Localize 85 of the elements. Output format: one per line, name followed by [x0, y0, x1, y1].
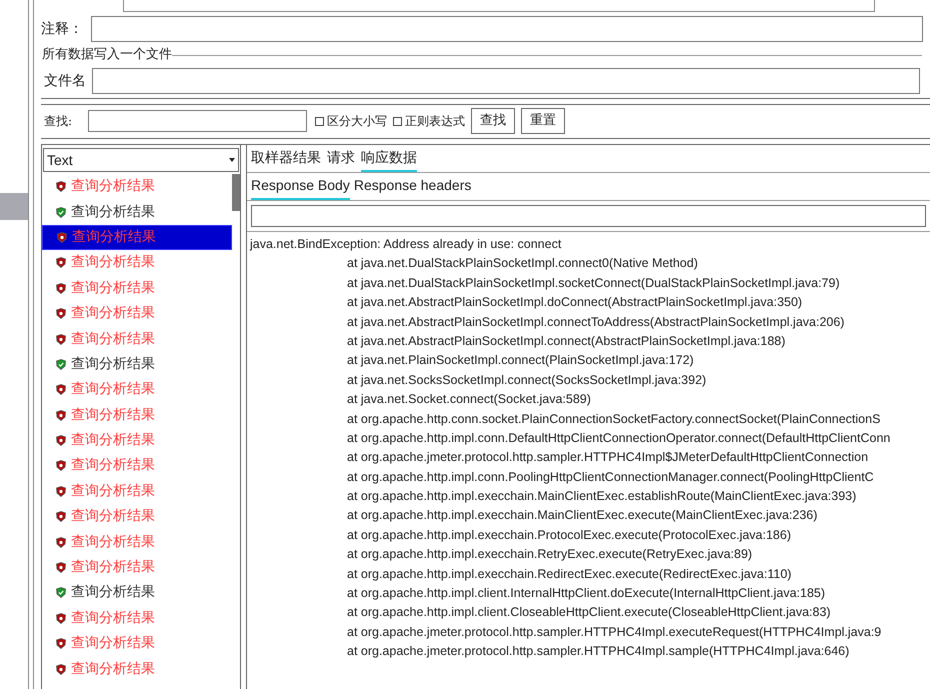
result-item[interactable]: 查询分析结果: [42, 606, 232, 632]
search-field[interactable]: [88, 110, 307, 132]
renderer-dropdown[interactable]: Text: [43, 148, 239, 172]
stack-trace-line: at org.apache.jmeter.protocol.http.sampler.HTTPHC4Impl.executeRequest(HTTPHC4Impl.java:9: [346, 624, 882, 641]
shield-cross-icon: [56, 384, 66, 396]
result-item[interactable]: 查询分析结果: [42, 554, 232, 580]
stack-trace-line: at org.apache.jmeter.protocol.http.sampler.HTTPHC4Impl$JMeterDefaultHttpClientConnection: [346, 449, 870, 466]
stack-trace-line: at java.net.AbstractPlainSocketImpl.connect(AbstractPlainSocketImpl.java:188): [346, 332, 786, 350]
stack-trace-line: at org.apache.http.impl.conn.PoolingHttpClientConnectionManager.connect(PoolingHttpClientC: [346, 468, 875, 486]
stack-trace-line: at org.apache.http.conn.socket.PlainConnectionSocketFactory.connectSocket(PlainConnectionS: [346, 410, 882, 428]
shield-cross-icon: [56, 257, 66, 268]
result-item[interactable]: 查询分析结果: [42, 631, 232, 656]
shield-cross-icon: [56, 308, 66, 320]
reset-button[interactable]: 重置: [521, 108, 565, 134]
search-label: 查找:: [44, 113, 74, 130]
result-item[interactable]: 查询分析结果: [42, 504, 232, 530]
shield-check-icon: [56, 358, 66, 370]
shield-cross-icon: [56, 536, 66, 548]
stack-trace-line: at java.net.SocksSocketImpl.connect(SocksSocketImpl.java:392): [346, 372, 708, 389]
stack-trace-line: at org.apache.http.impl.conn.DefaultHttpClientConnectionOperator.connect(DefaultHttpClientConn: [346, 430, 892, 447]
stack-trace-line: at org.apache.http.impl.execchain.RedirectExec.execute(RedirectExec.java:110): [346, 566, 792, 583]
filename-label: 文件名: [44, 72, 87, 90]
shield-cross-icon: [56, 410, 66, 421]
shield-cross-icon: [56, 638, 66, 650]
stack-trace-line: at org.apache.http.impl.execchain.MainClientExec.establishRoute(MainClientExec.java:393): [346, 488, 858, 506]
shield-cross-icon: [57, 232, 67, 243]
result-item[interactable]: 查询分析结果: [42, 224, 232, 250]
tab[interactable]: 取样器结果: [251, 147, 321, 172]
result-item[interactable]: 查询分析结果: [42, 352, 232, 378]
result-item[interactable]: 查询分析结果: [42, 250, 232, 276]
stack-trace-line: at org.apache.http.impl.client.InternalHttpClient.doExecute(InternalHttpClient.java:185): [346, 585, 826, 602]
exception-message: java.net.BindException: Address already in use: connect: [250, 236, 562, 253]
stack-trace-line: at org.apache.http.impl.execchain.ProtocolExec.execute(ProtocolExec.java:186): [346, 526, 792, 544]
result-item[interactable]: 查询分析结果: [42, 377, 232, 403]
result-item[interactable]: 查询分析结果: [42, 529, 232, 555]
stack-trace-line: at java.net.DualStackPlainSocketImpl.connect0(Native Method): [346, 255, 699, 272]
result-item[interactable]: 查询分析结果: [42, 276, 232, 301]
splitter-bar[interactable]: [41, 98, 930, 105]
filename-field[interactable]: [92, 68, 920, 94]
scrollbar-thumb[interactable]: [232, 174, 240, 211]
dropdown-arrow-icon: [229, 158, 235, 162]
result-item[interactable]: 查询分析结果: [42, 580, 232, 606]
case-sensitive-checkbox[interactable]: 区分大小写: [315, 112, 387, 130]
shield-cross-icon: [56, 486, 66, 497]
comment-field[interactable]: [91, 16, 923, 42]
find-button[interactable]: 查找: [471, 108, 515, 134]
regex-checkbox[interactable]: 正则表达式: [393, 112, 465, 130]
stack-trace-line: at java.net.PlainSocketImpl.connect(PlainSocketImpl.java:172): [346, 352, 695, 370]
fieldset-title: 所有数据写入一个文件: [42, 46, 172, 64]
comment-label: 注释：: [41, 20, 84, 38]
tab[interactable]: Response headers: [354, 175, 472, 200]
shield-cross-icon: [56, 460, 66, 472]
result-item[interactable]: 查询分析结果: [42, 300, 232, 326]
stack-trace-line: at org.apache.jmeter.protocol.http.sampler.HTTPHC4Impl.sample(HTTPHC4Impl.java:646): [346, 643, 850, 660]
name-field[interactable]: [123, 0, 875, 12]
result-item[interactable]: 查询分析结果: [42, 453, 232, 479]
shield-cross-icon: [56, 181, 66, 192]
tab[interactable]: 请求: [327, 147, 355, 172]
stack-trace-line: at java.net.Socket.connect(Socket.java:589): [346, 391, 592, 408]
stack-trace-line: at org.apache.http.impl.execchain.RetryExec.execute(RetryExec.java:89): [346, 546, 754, 564]
splitter-bar[interactable]: [41, 138, 930, 145]
tab[interactable]: Response Body: [251, 175, 350, 200]
shield-check-icon: [56, 587, 66, 598]
shield-cross-icon: [56, 334, 66, 345]
stack-trace-line: at org.apache.http.impl.client.CloseableHttpClient.execute(CloseableHttpClient.java:83): [346, 604, 832, 622]
stack-trace-line: at org.apache.http.impl.execchain.MainClientExec.execute(MainClientExec.java:236): [346, 507, 818, 524]
shield-cross-icon: [56, 282, 66, 294]
result-item[interactable]: 查询分析结果: [42, 174, 232, 200]
result-item[interactable]: 查询分析结果: [42, 199, 232, 225]
result-item[interactable]: 查询分析结果: [42, 326, 232, 352]
stack-trace-line: at java.net.DualStackPlainSocketImpl.socketConnect(DualStackPlainSocketImpl.java:79): [346, 274, 841, 292]
response-search-field[interactable]: [251, 205, 926, 227]
result-item[interactable]: 查询分析结果: [42, 428, 232, 454]
result-item[interactable]: 查询分析结果: [42, 402, 232, 428]
shield-cross-icon: [56, 511, 66, 522]
tab[interactable]: 响应数据: [361, 147, 417, 172]
result-item[interactable]: 查询分析结果: [42, 656, 232, 682]
shield-cross-icon: [56, 435, 66, 446]
stack-trace-line: at java.net.AbstractPlainSocketImpl.connectToAddress(AbstractPlainSocketImpl.java:206): [346, 314, 846, 331]
shield-check-icon: [56, 206, 66, 218]
result-item[interactable]: 查询分析结果: [42, 478, 232, 504]
shield-cross-icon: [56, 664, 66, 675]
shield-cross-icon: [56, 612, 66, 624]
shield-cross-icon: [56, 562, 66, 574]
stack-trace-line: at java.net.AbstractPlainSocketImpl.doConnect(AbstractPlainSocketImpl.java:350): [346, 294, 804, 312]
